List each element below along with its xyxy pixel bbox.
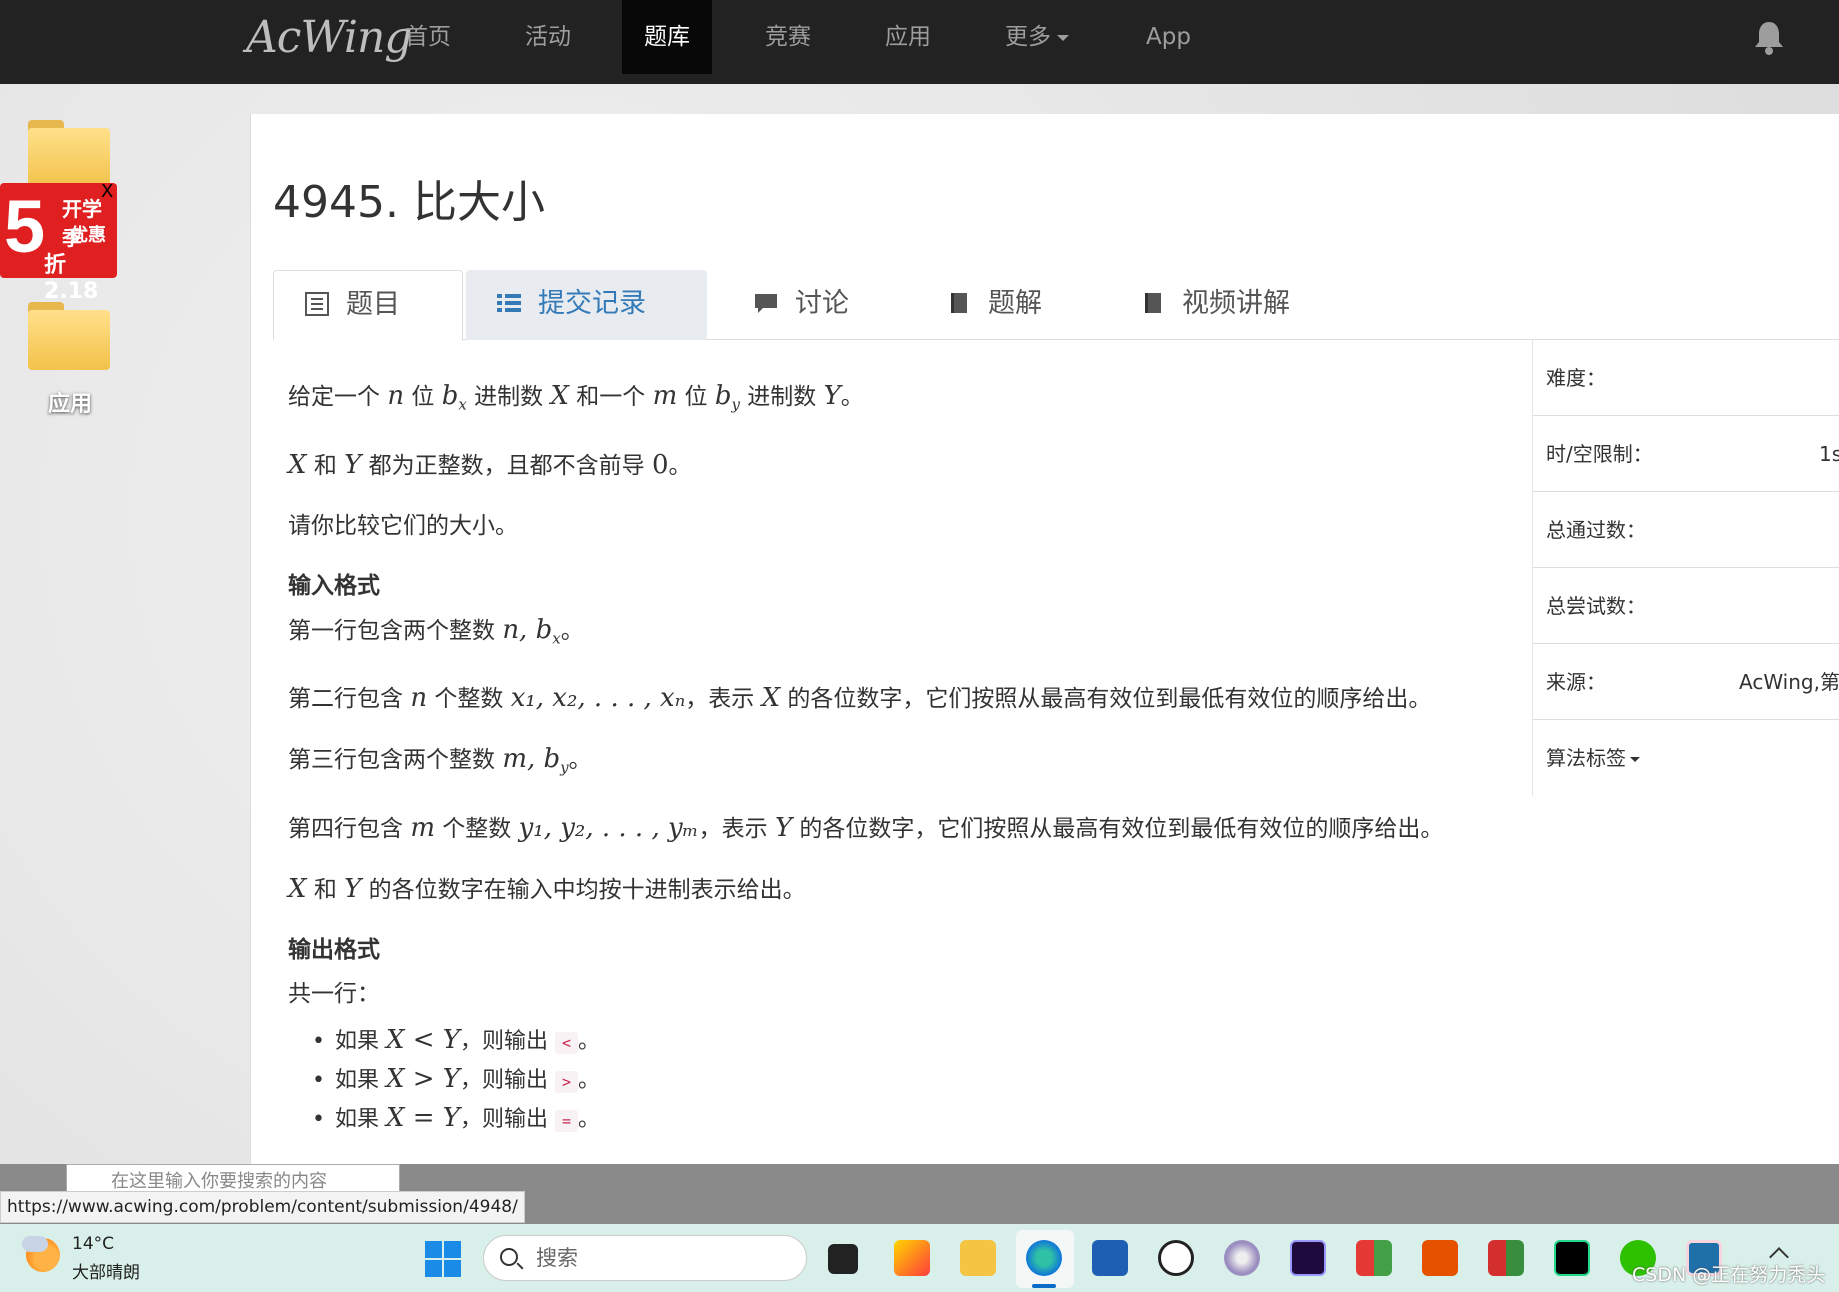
tab-solutions[interactable]: 题解 bbox=[916, 270, 1072, 340]
input-line: 第一行包含两个整数 n, bx。 bbox=[288, 614, 584, 648]
nav-activity[interactable]: 活动 bbox=[503, 0, 593, 74]
output-rules: 如果 X < Y，则输出 <。 如果 X > Y，则输出 >。 如果 X = Y… bbox=[312, 1024, 1518, 1137]
promo-close-button[interactable]: X bbox=[101, 181, 113, 202]
list-item: 如果 X = Y，则输出 =。 bbox=[312, 1102, 1518, 1137]
notification-bell-icon[interactable] bbox=[1753, 20, 1785, 56]
desktop-folder-apps-icon[interactable] bbox=[28, 302, 110, 370]
colorful-app-icon[interactable] bbox=[1356, 1240, 1392, 1276]
tab-discussion-label: 讨论 bbox=[795, 288, 849, 319]
document-list-icon bbox=[305, 291, 329, 316]
promo-big-number: 5 bbox=[4, 185, 46, 268]
page-title: 4945. 比大小 bbox=[273, 177, 545, 228]
input-line: 第四行包含 m 个整数 y₁, y₂, . . . , yₘ，表示 Y 的各位数… bbox=[288, 812, 1444, 843]
status-bar-url: https://www.acwing.com/problem/content/s… bbox=[0, 1191, 525, 1223]
nav-apps[interactable]: 应用 bbox=[863, 0, 953, 74]
promo-line2: 优惠 bbox=[70, 225, 106, 246]
promo-line3: 折2.18 bbox=[44, 253, 99, 304]
top-navbar: AcWing 首页 活动 题库 竞赛 应用 更多 App bbox=[0, 0, 1839, 84]
weather-cloud-icon bbox=[22, 1236, 48, 1252]
active-app-indicator bbox=[1032, 1284, 1056, 1288]
sublime-text-icon[interactable] bbox=[1422, 1240, 1458, 1276]
dell-icon[interactable] bbox=[1158, 1240, 1194, 1276]
output-format-heading: 输出格式 bbox=[288, 936, 380, 963]
tab-video-label: 视频讲解 bbox=[1182, 288, 1290, 319]
description-paragraph: 请你比较它们的大小。 bbox=[288, 512, 518, 539]
info-source: 来源： AcWing,第 bbox=[1533, 644, 1839, 720]
problem-tabs: 题目 提交记录 讨论 题解 视频讲解 bbox=[273, 270, 1839, 341]
weather-temp[interactable]: 14°C bbox=[72, 1234, 114, 1254]
problem-description: 给定一个 n 位 bx 进制数 X 和一个 m 位 by 进制数 Y。 X 和 … bbox=[288, 380, 1518, 1141]
tab-solutions-label: 题解 bbox=[988, 288, 1042, 319]
list-item: 如果 X < Y，则输出 <。 bbox=[312, 1024, 1518, 1059]
tab-video[interactable]: 视频讲解 bbox=[1110, 270, 1320, 340]
media-player-icon[interactable] bbox=[1224, 1240, 1260, 1276]
input-format-heading: 输入格式 bbox=[288, 572, 380, 599]
input-line: X 和 Y 的各位数字在输入中均按十进制表示给出。 bbox=[288, 873, 806, 904]
nav-more-label: 更多 bbox=[1005, 24, 1051, 50]
list-item: 如果 X > Y，则输出 >。 bbox=[312, 1063, 1518, 1098]
list-icon bbox=[497, 293, 521, 312]
info-limits: 时/空限制：1s bbox=[1533, 416, 1839, 492]
nav-problemset[interactable]: 题库 bbox=[622, 0, 712, 74]
tab-problem[interactable]: 题目 bbox=[273, 270, 463, 341]
chevron-down-icon bbox=[1057, 34, 1069, 41]
description-paragraph: 给定一个 n 位 bx 进制数 X 和一个 m 位 by 进制数 Y。 bbox=[288, 381, 864, 414]
taskbar-search-placeholder: 搜索 bbox=[536, 1246, 578, 1270]
after-effects-icon[interactable] bbox=[1290, 1240, 1326, 1276]
nav-home[interactable]: 首页 bbox=[383, 0, 473, 74]
task-view-icon[interactable] bbox=[828, 1244, 858, 1274]
taskbar: 14°C 大部晴朗 搜索 bbox=[0, 1224, 1839, 1292]
algorithm-tags-toggle[interactable]: 算法标签 bbox=[1533, 720, 1839, 796]
promo-badge[interactable]: 5 开学季 优惠 折2.18 X bbox=[0, 181, 117, 304]
input-line: 第三行包含两个整数 m, by。 bbox=[288, 744, 592, 777]
csdn-watermark: CSDN @正在努力秃头 bbox=[1632, 1264, 1826, 1286]
info-attempts: 总尝试数： bbox=[1533, 568, 1839, 644]
windows-start-icon[interactable] bbox=[425, 1241, 461, 1277]
desktop-folder-label: 应用 bbox=[48, 392, 93, 417]
desktop-folder-icon[interactable] bbox=[28, 120, 110, 188]
winrar-icon[interactable] bbox=[1488, 1240, 1524, 1276]
output-line: 共一行： bbox=[288, 980, 380, 1007]
tab-problem-label: 题目 bbox=[346, 289, 400, 320]
tab-submissions[interactable]: 提交记录 bbox=[466, 270, 707, 340]
store-icon[interactable] bbox=[1092, 1240, 1128, 1276]
nav-app[interactable]: App bbox=[1124, 0, 1213, 74]
info-difficulty: 难度： bbox=[1533, 340, 1839, 416]
nav-more[interactable]: 更多 bbox=[983, 0, 1091, 74]
description-paragraph: X 和 Y 都为正整数，且都不含前导 0。 bbox=[288, 449, 692, 480]
nav-contest[interactable]: 竞赛 bbox=[743, 0, 833, 74]
search-icon bbox=[500, 1248, 518, 1266]
info-accepted: 总通过数： bbox=[1533, 492, 1839, 568]
pycharm-icon[interactable] bbox=[1554, 1240, 1590, 1276]
book-icon bbox=[951, 292, 967, 313]
weather-desc[interactable]: 大部晴朗 bbox=[72, 1258, 140, 1283]
comment-icon bbox=[755, 293, 777, 313]
book-icon bbox=[1145, 292, 1161, 313]
input-line: 第二行包含 n 个整数 x₁, x₂, . . . , xₙ，表示 X 的各位数… bbox=[288, 683, 1432, 714]
chevron-down-icon bbox=[1630, 757, 1640, 762]
tab-submissions-label: 提交记录 bbox=[538, 288, 646, 319]
paint-app-icon[interactable] bbox=[894, 1240, 930, 1276]
tab-discussion[interactable]: 讨论 bbox=[723, 270, 879, 340]
edge-browser-icon[interactable] bbox=[1026, 1240, 1062, 1276]
problem-info-sidebar: 难度： 时/空限制：1s 总通过数： 总尝试数： 来源：AcWing,第 算法标… bbox=[1532, 340, 1839, 796]
taskbar-search[interactable]: 搜索 bbox=[483, 1235, 807, 1281]
file-explorer-icon[interactable] bbox=[960, 1240, 996, 1276]
mini-search-input[interactable]: 在这里输入你要搜索的内容 bbox=[66, 1164, 400, 1194]
